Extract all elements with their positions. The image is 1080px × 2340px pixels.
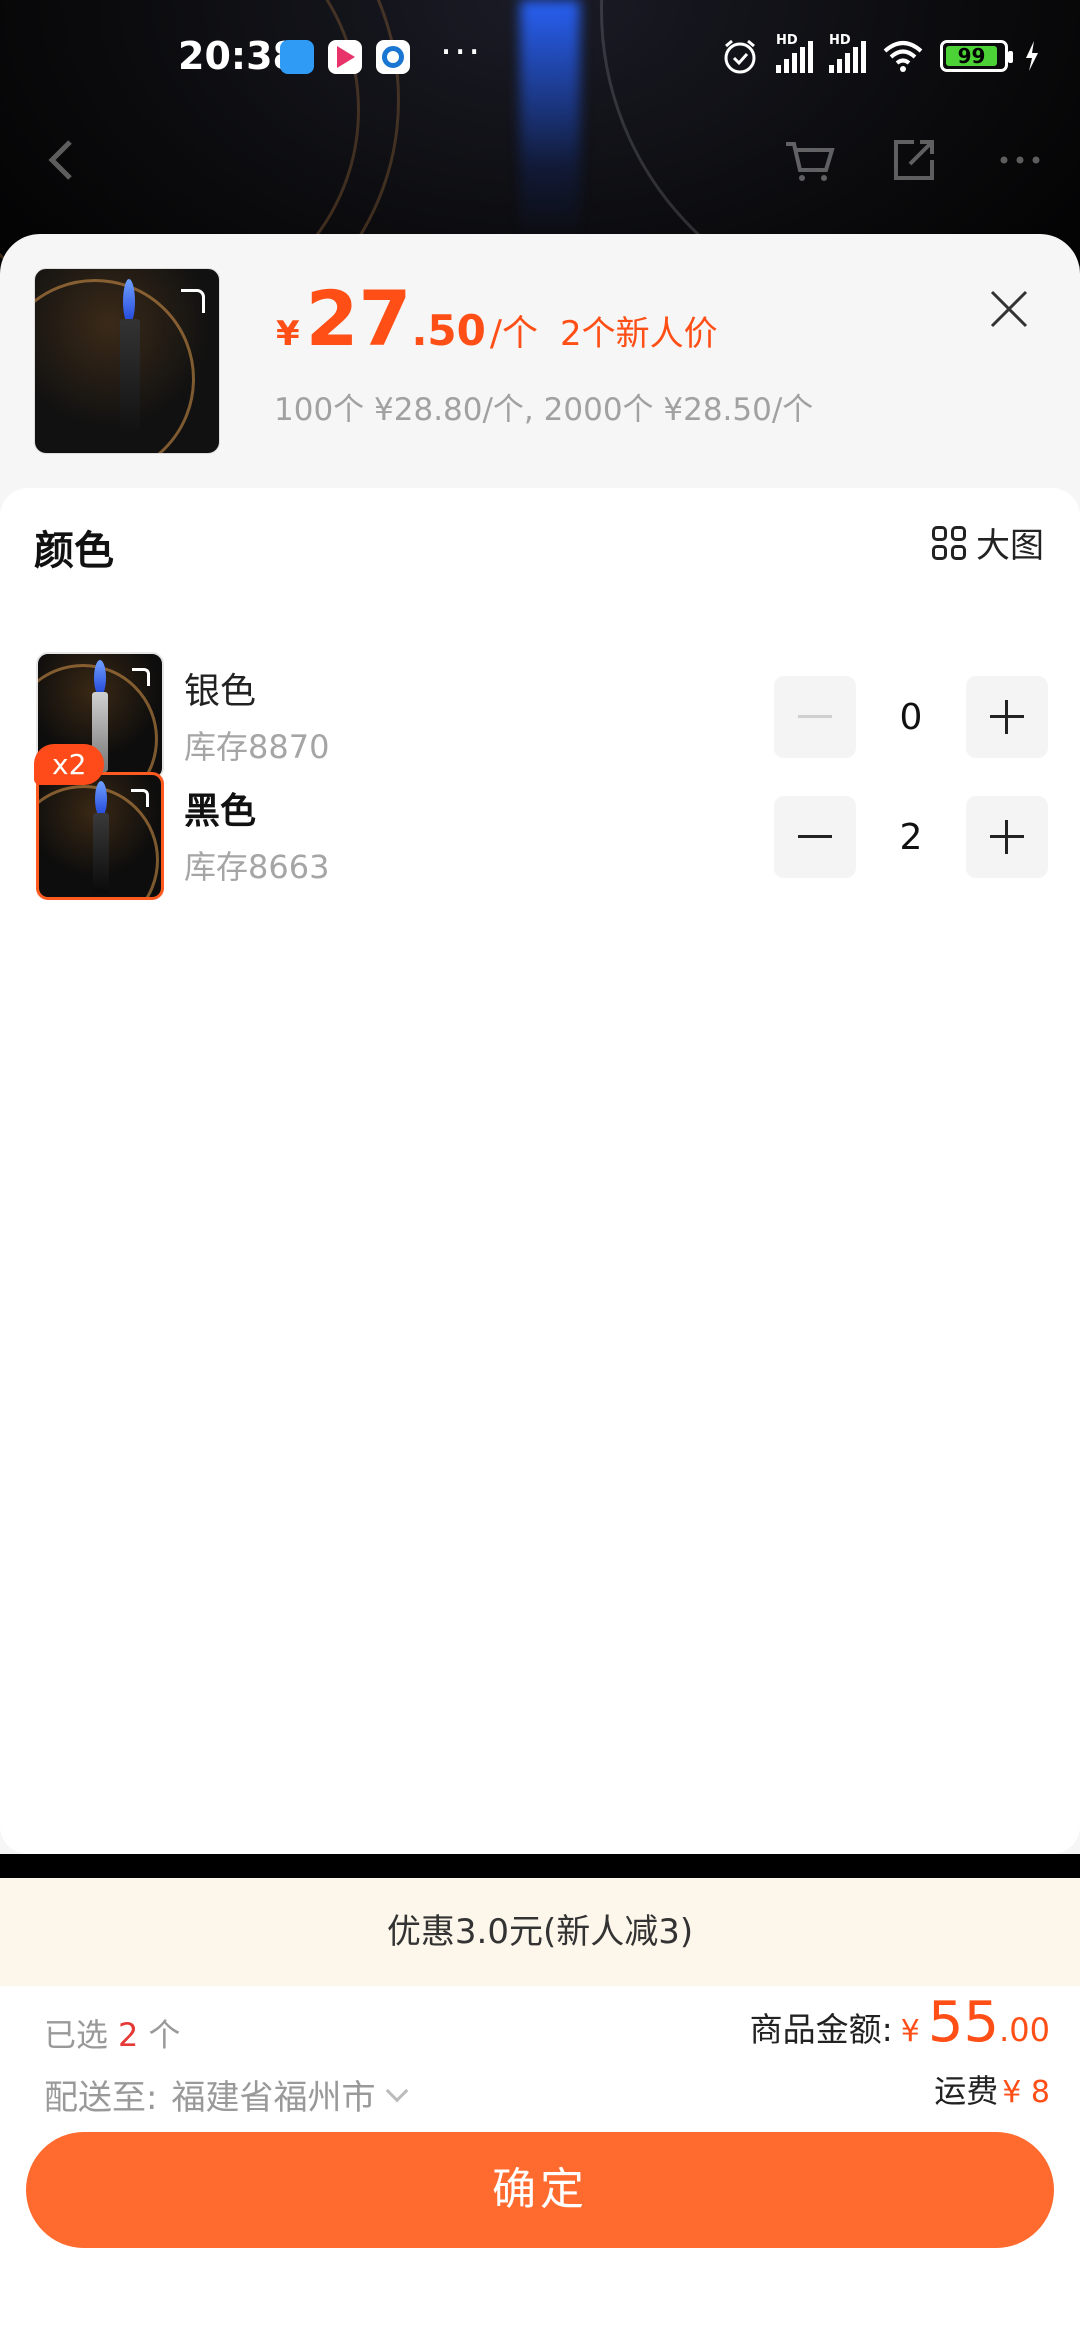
- chevron-down-icon: [386, 2079, 409, 2102]
- quantity-value[interactable]: 0: [856, 697, 966, 738]
- decrease-button[interactable]: [774, 676, 856, 758]
- quantity-stepper: 0: [774, 676, 1048, 758]
- battery-icon: 99: [940, 40, 1013, 72]
- more-icon[interactable]: [990, 130, 1050, 190]
- youku-app-icon: [328, 40, 362, 74]
- price-currency: ¥: [276, 314, 300, 354]
- grid-icon: [932, 525, 966, 560]
- variant-stock: 库存8870: [184, 728, 330, 766]
- price-line: ¥ 27 .50 /个 2个新人价: [276, 274, 718, 363]
- signal-icon: HD: [829, 33, 866, 73]
- top-nav: [0, 120, 1080, 200]
- more-notifications-icon: ···: [440, 30, 483, 74]
- variant-name: 银色: [184, 671, 257, 712]
- discount-banner: 优惠3.0元(新人减3): [0, 1878, 1080, 1986]
- ship-to-value: 福建省福州市: [171, 2078, 376, 2118]
- checkout-footer: 已选 2 个 配送至: 福建省福州市 商品金额: ¥ 55 .00 运费 ¥ 8 确定: [0, 1986, 1080, 2340]
- variant-thumbnail[interactable]: [36, 772, 164, 900]
- big-view-button[interactable]: 大图: [932, 518, 1044, 567]
- close-icon[interactable]: [984, 284, 1034, 334]
- amount-label: 商品金额:: [749, 2010, 893, 2049]
- quantity-stepper: 2: [774, 796, 1048, 878]
- shipping-value: ¥ 8: [1002, 2075, 1050, 2110]
- alarm-icon: [724, 39, 756, 74]
- cart-icon[interactable]: [780, 130, 840, 190]
- quantity-value[interactable]: 2: [856, 817, 966, 858]
- share-icon[interactable]: [884, 130, 944, 190]
- variant-row-silver[interactable]: 银色 库存8870 0: [0, 652, 1080, 792]
- decrease-button[interactable]: [774, 796, 856, 878]
- price-integer: 27: [305, 274, 412, 363]
- shipping-line: 运费 ¥ 8: [934, 2066, 1050, 2112]
- variant-panel: 颜色 大图 银色 库存8870 0 x2 黑色 库存8663 2: [0, 488, 1080, 1854]
- quantity-badge: x2: [34, 744, 105, 785]
- amount-currency: ¥: [900, 2014, 920, 2049]
- variant-row-black[interactable]: x2 黑色 库存8663 2: [0, 744, 1080, 912]
- status-bar: 20:38 ··· HD HD 99: [0, 0, 1080, 120]
- ship-to-selector[interactable]: 配送至: 福建省福州市: [44, 2070, 409, 2119]
- new-user-price-label: 2个新人价: [559, 314, 718, 354]
- increase-button[interactable]: [966, 676, 1048, 758]
- price-unit: /个: [489, 313, 538, 354]
- variant-stock: 库存8663: [184, 848, 330, 886]
- shipping-label: 运费: [934, 2072, 999, 2110]
- amount-decimal: .00: [999, 2011, 1050, 2049]
- amount-integer: 55: [927, 1990, 1000, 2055]
- selected-count-line: 已选 2 个: [44, 2016, 181, 2054]
- product-thumbnail[interactable]: [34, 268, 220, 454]
- cloud-app-icon: [280, 40, 314, 74]
- signal-icon: HD: [776, 33, 813, 73]
- back-arrow-icon[interactable]: [40, 130, 80, 190]
- selected-count: 2: [118, 2016, 139, 2054]
- wifi-icon: [883, 41, 923, 72]
- browser-app-icon: [376, 40, 410, 74]
- increase-button[interactable]: [966, 796, 1048, 878]
- tier-prices: 100个 ¥28.80/个, 2000个 ¥28.50/个: [274, 392, 814, 428]
- sku-selector-sheet: ¥ 27 .50 /个 2个新人价 100个 ¥28.80/个, 2000个 ¥…: [0, 234, 1080, 1854]
- variant-name: 黑色: [184, 791, 257, 832]
- ship-to-label: 配送至:: [44, 2078, 158, 2118]
- charging-icon: [1026, 41, 1038, 71]
- amount-line: 商品金额: ¥ 55 .00: [750, 1990, 1050, 2055]
- big-view-label: 大图: [976, 526, 1044, 566]
- confirm-button[interactable]: 确定: [26, 2132, 1054, 2248]
- price-decimal: .50: [411, 306, 486, 355]
- status-right: HD HD 99: [720, 33, 1040, 76]
- section-title: 颜色: [34, 528, 114, 574]
- battery-level: 99: [946, 46, 997, 66]
